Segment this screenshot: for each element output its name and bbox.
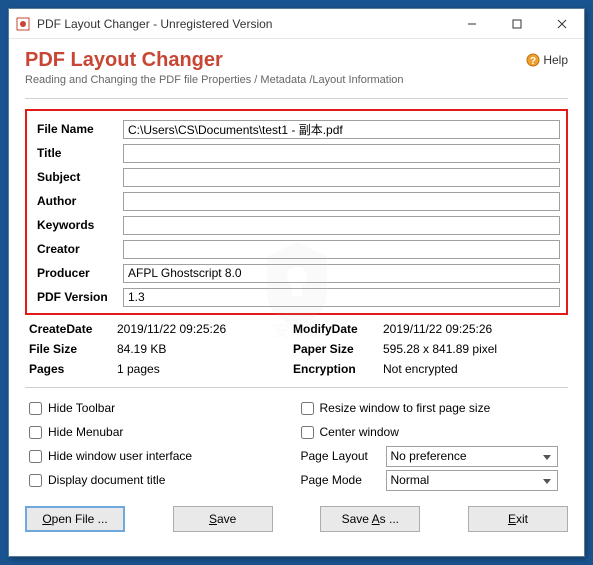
layout-options: Hide Toolbar Hide Menubar Hide window us… [25,396,568,492]
pdf-version-input[interactable] [123,288,560,307]
page-layout-label: Page Layout [301,449,386,463]
header: PDF Layout Changer Reading and Changing … [9,39,584,92]
producer-label: Producer [33,266,123,280]
encryption-label: Encryption [293,362,383,376]
hide-toolbar-label: Hide Toolbar [48,401,115,415]
modify-date-label: ModifyDate [293,322,383,336]
producer-input[interactable] [123,264,560,283]
app-icon [15,16,31,32]
title-label: Title [33,146,123,160]
display-doc-title-checkbox[interactable] [29,474,42,487]
keywords-label: Keywords [33,218,123,232]
author-label: Author [33,194,123,208]
pages-value: 1 pages [117,362,293,376]
page-mode-value: Normal [391,473,430,487]
titlebar-text: PDF Layout Changer - Unregistered Versio… [37,17,449,31]
help-link[interactable]: ? Help [526,53,568,67]
creator-input[interactable] [123,240,560,259]
creator-label: Creator [33,242,123,256]
app-title: PDF Layout Changer [25,49,568,72]
subject-label: Subject [33,170,123,184]
file-info-grid: CreateDate 2019/11/22 09:25:26 ModifyDat… [25,319,568,379]
save-as-button[interactable]: Save As ... [320,506,420,532]
subject-input[interactable] [123,168,560,187]
metadata-highlight-box: File Name Title Subject Author Keywords … [25,109,568,315]
hide-toolbar-checkbox[interactable] [29,402,42,415]
help-label: Help [543,53,568,67]
file-name-label: File Name [33,122,123,136]
window-controls [449,9,584,38]
titlebar[interactable]: PDF Layout Changer - Unregistered Versio… [9,9,584,39]
open-file-rest: pen File ... [52,512,108,526]
page-mode-label: Page Mode [301,473,386,487]
close-button[interactable] [539,9,584,38]
center-window-label: Center window [320,425,399,439]
app-subtitle: Reading and Changing the PDF file Proper… [25,74,568,86]
pdf-version-label: PDF Version [33,290,123,304]
file-size-value: 84.19 KB [117,342,293,356]
hide-window-ui-label: Hide window user interface [48,449,192,463]
save-button[interactable]: Save [173,506,273,532]
page-mode-select[interactable]: Normal [386,470,559,491]
paper-size-label: Paper Size [293,342,383,356]
title-input[interactable] [123,144,560,163]
button-bar: Open File ... Save Save As ... Exit [9,492,584,546]
modify-date-value: 2019/11/22 09:25:26 [383,322,568,336]
create-date-label: CreateDate [25,322,117,336]
author-input[interactable] [123,192,560,211]
encryption-value: Not encrypted [383,362,568,376]
display-doc-title-label: Display document title [48,473,165,487]
page-layout-value: No preference [391,449,467,463]
svg-text:?: ? [530,56,536,67]
pages-label: Pages [25,362,117,376]
keywords-input[interactable] [123,216,560,235]
file-size-label: File Size [25,342,117,356]
exit-button[interactable]: Exit [468,506,568,532]
hide-menubar-label: Hide Menubar [48,425,123,439]
minimize-button[interactable] [449,9,494,38]
center-window-checkbox[interactable] [301,426,314,439]
resize-window-label: Resize window to first page size [320,401,491,415]
page-layout-select[interactable]: No preference [386,446,559,467]
create-date-value: 2019/11/22 09:25:26 [117,322,293,336]
divider [25,387,568,388]
maximize-button[interactable] [494,9,539,38]
paper-size-value: 595.28 x 841.89 pixel [383,342,568,356]
hide-menubar-checkbox[interactable] [29,426,42,439]
open-file-button[interactable]: Open File ... [25,506,125,532]
help-icon: ? [526,53,540,67]
hide-window-ui-checkbox[interactable] [29,450,42,463]
file-name-input[interactable] [123,120,560,139]
resize-window-checkbox[interactable] [301,402,314,415]
